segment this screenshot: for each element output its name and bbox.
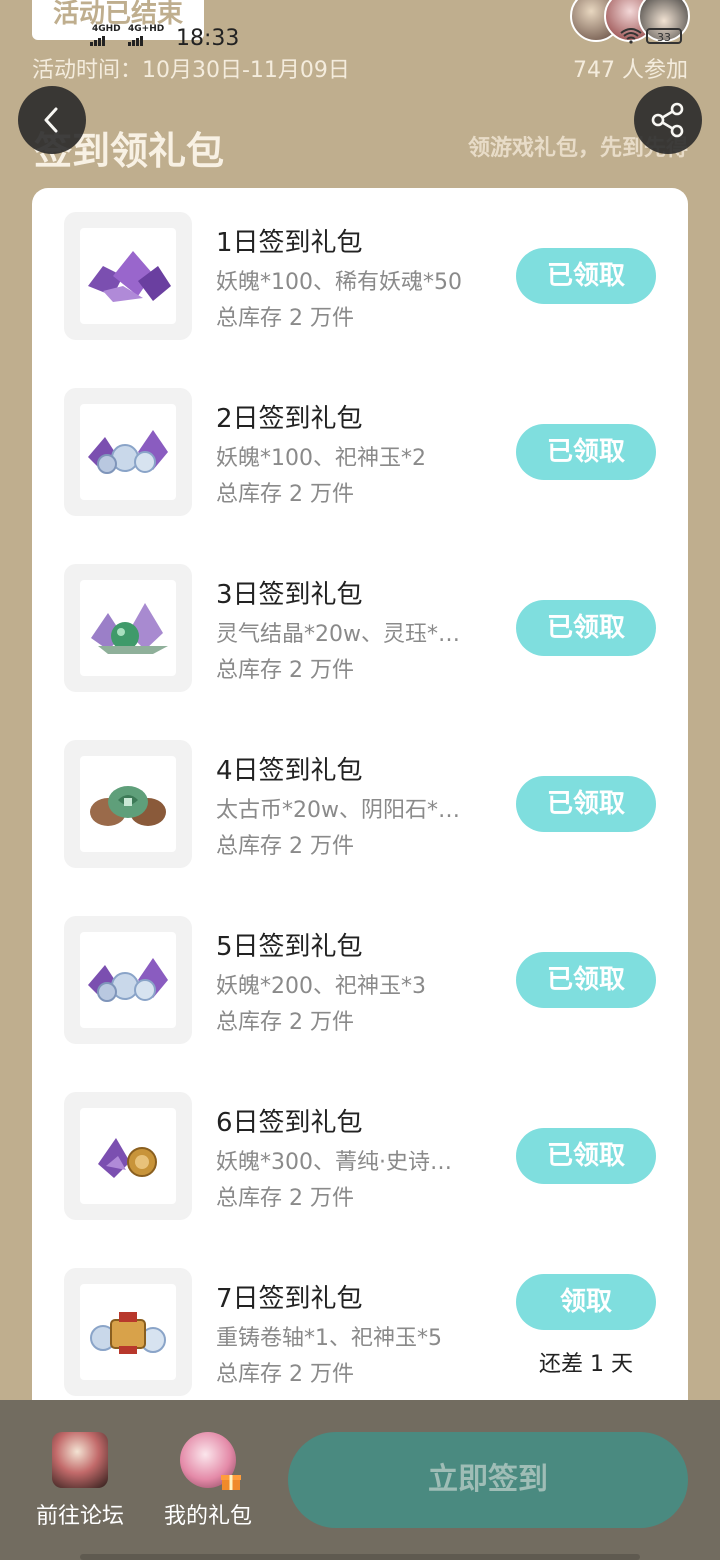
claimed-button[interactable]: 已领取	[516, 776, 656, 832]
gift-title: 7日签到礼包	[216, 1284, 363, 1314]
crystal-medal-icon	[98, 1138, 157, 1178]
gift-contents: 妖魄*100、稀有妖魂*50	[216, 270, 462, 295]
signal-2-icon: 4G+HD	[128, 24, 164, 46]
gift-title: 1日签到礼包	[216, 228, 363, 258]
purple-crystals-icon	[88, 251, 171, 302]
sign-in-now-button[interactable]: 立即签到	[288, 1432, 688, 1528]
gift-title: 2日签到礼包	[216, 404, 363, 434]
game-avatar-icon	[52, 1432, 108, 1488]
gift-item-day-4: 4日签到礼包 太古币*20w、阴阳石*… 总库存 2 万件 已领取	[32, 716, 688, 892]
gift-title: 3日签到礼包	[216, 580, 363, 610]
forum-label: 前往论坛	[35, 1504, 124, 1529]
gift-item-day-5: 5日签到礼包 妖魄*200、祀神玉*3 总库存 2 万件 已领取	[32, 892, 688, 1068]
gift-contents: 妖魄*100、祀神玉*2	[216, 446, 426, 471]
my-gifts-label: 我的礼包	[163, 1504, 252, 1529]
my-gifts-link[interactable]: 我的礼包	[153, 1432, 263, 1530]
gift-contents: 灵气结晶*20w、灵珏*…	[216, 622, 460, 647]
gift-title: 5日签到礼包	[216, 932, 363, 962]
claimed-button[interactable]: 已领取	[516, 600, 656, 656]
gift-stock: 总库存 2 万件	[216, 1186, 354, 1211]
gift-contents: 重铸卷轴*1、祀神玉*5	[216, 1326, 442, 1351]
activity-time: 活动时间：10月30日-11月09日	[32, 58, 350, 83]
home-indicator	[80, 1554, 640, 1560]
claimed-button[interactable]: 已领取	[516, 424, 656, 480]
crystals-orbs-icon	[88, 958, 168, 1002]
scroll-orbs-icon	[90, 1312, 166, 1354]
gift-contents: 妖魄*200、祀神玉*3	[216, 974, 426, 999]
gift-thumbnail	[64, 1268, 192, 1396]
gift-stock: 总库存 2 万件	[216, 1362, 354, 1387]
gift-thumbnail	[64, 564, 192, 692]
gift-thumbnail	[64, 916, 192, 1044]
gift-stock: 总库存 2 万件	[216, 834, 354, 859]
gift-thumbnail	[64, 740, 192, 868]
claimed-button[interactable]: 已领取	[516, 248, 656, 304]
days-remaining-note: 还差 1 天	[539, 1352, 633, 1377]
network-type-1: 4GHD	[92, 24, 121, 34]
gift-thumbnail	[64, 388, 192, 516]
gift-thumbnail	[64, 1092, 192, 1220]
gift-stock: 总库存 2 万件	[216, 658, 354, 683]
gift-list: 1日签到礼包 妖魄*100、稀有妖魂*50 总库存 2 万件 已领取 2日签到礼…	[32, 188, 688, 1448]
crystals-orbs-icon	[88, 430, 168, 474]
signal-1-icon: 4GHD	[90, 24, 121, 46]
status-bar: 活动已结束 4GHD 4G+HD 18:33 33	[0, 0, 720, 52]
clock: 18:33	[176, 26, 240, 51]
claimed-button[interactable]: 已领取	[516, 952, 656, 1008]
gift-item-day-3: 3日签到礼包 灵气结晶*20w、灵珏*… 总库存 2 万件 已领取	[32, 540, 688, 716]
system-icons: 33	[620, 28, 682, 44]
back-button[interactable]	[18, 86, 86, 154]
gift-title: 4日签到礼包	[216, 756, 363, 786]
share-icon	[651, 102, 684, 138]
coins-icon	[90, 786, 166, 826]
gift-stock: 总库存 2 万件	[216, 482, 354, 507]
gift-item-day-6: 6日签到礼包 妖魄*300、菁纯·史诗… 总库存 2 万件 已领取	[32, 1068, 688, 1244]
gift-thumbnail	[64, 212, 192, 340]
gift-stock: 总库存 2 万件	[216, 1010, 354, 1035]
gift-title: 6日签到礼包	[216, 1108, 363, 1138]
claim-button[interactable]: 领取	[516, 1274, 656, 1330]
gift-contents: 太古币*20w、阴阳石*…	[216, 798, 460, 823]
chevron-left-icon	[44, 107, 58, 133]
gift-item-day-1: 1日签到礼包 妖魄*100、稀有妖魂*50 总库存 2 万件 已领取	[32, 188, 688, 364]
gift-box-icon	[221, 1475, 241, 1490]
battery-icon: 33	[646, 28, 682, 44]
share-button[interactable]	[634, 86, 702, 154]
participant-count: 747 人参加	[573, 58, 688, 83]
green-crystals-icon	[91, 603, 168, 654]
wifi-icon	[620, 28, 642, 44]
bottom-action-bar: 前往论坛 我的礼包 立即签到	[0, 1400, 720, 1560]
gift-item-day-2: 2日签到礼包 妖魄*100、祀神玉*2 总库存 2 万件 已领取	[32, 364, 688, 540]
gift-contents: 妖魄*300、菁纯·史诗…	[216, 1150, 452, 1175]
forum-link[interactable]: 前往论坛	[25, 1432, 135, 1530]
gift-stock: 总库存 2 万件	[216, 306, 354, 331]
network-type-2: 4G+HD	[128, 24, 165, 34]
claimed-button[interactable]: 已领取	[516, 1128, 656, 1184]
